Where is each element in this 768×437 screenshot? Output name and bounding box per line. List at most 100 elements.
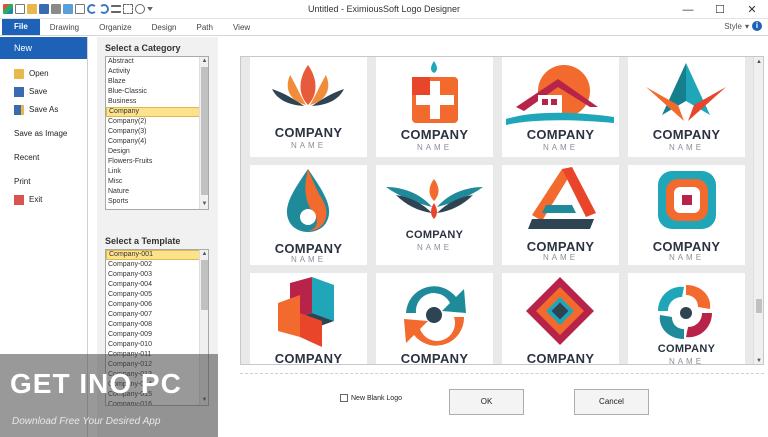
tab-organize[interactable]: Organize — [89, 20, 141, 35]
logo-company-text: COMPANY — [652, 127, 721, 142]
template-list-item[interactable]: Company-010 — [106, 340, 208, 350]
logo-company-text: COMPANY — [526, 127, 595, 142]
logo-tile-wings[interactable]: COMPANY NAME — [376, 165, 493, 265]
divider — [240, 373, 764, 374]
style-menu[interactable]: Style ▾ i — [724, 21, 762, 31]
category-list-item[interactable]: Business — [106, 97, 208, 107]
new-blank-logo-checkbox[interactable]: New Blank Logo — [340, 394, 402, 402]
tab-path[interactable]: Path — [187, 20, 223, 35]
template-header: Select a Template — [105, 236, 181, 246]
logo-company-text: COMPANY — [400, 351, 469, 365]
category-list-item[interactable]: Design — [106, 147, 208, 157]
logo-company-text: COMPANY — [526, 351, 595, 365]
image-icon[interactable] — [63, 4, 73, 14]
minimize-button[interactable]: — — [672, 0, 704, 19]
scroll-up-icon[interactable]: ▲ — [200, 57, 208, 66]
category-list-item[interactable]: Company(3) — [106, 127, 208, 137]
chevron-down-icon: ▾ — [744, 21, 749, 31]
maximize-button[interactable]: ☐ — [704, 0, 736, 19]
template-list-item[interactable]: Company-006 — [106, 300, 208, 310]
tab-design[interactable]: Design — [142, 20, 187, 35]
scroll-up-icon[interactable]: ▲ — [200, 250, 208, 259]
category-list-item[interactable]: Misc — [106, 177, 208, 187]
category-list-item[interactable]: Activity — [106, 67, 208, 77]
print-icon[interactable] — [51, 4, 61, 14]
new-document-icon[interactable] — [15, 4, 25, 14]
gallery-scroll-thumb[interactable] — [756, 299, 762, 313]
logo-tile-cube[interactable]: COMPANY — [250, 273, 367, 364]
copy-icon[interactable] — [75, 4, 85, 14]
zoom-icon[interactable] — [135, 4, 145, 14]
logo-tile-swirl[interactable]: COMPANY NAME — [628, 273, 745, 364]
menu-recent[interactable]: Recent — [0, 149, 87, 167]
menu-save[interactable]: Save — [0, 83, 87, 101]
menu-save-as-image[interactable]: Save as Image — [0, 125, 87, 143]
template-list-item[interactable]: Company-001 — [106, 250, 208, 260]
logo-gallery: COMPANY NAME COMPANY NAME COMPANY NAME C… — [240, 56, 764, 365]
tab-view[interactable]: View — [223, 20, 260, 35]
menu-exit[interactable]: Exit — [0, 191, 87, 209]
tab-file[interactable]: File — [2, 19, 40, 35]
tab-drawing[interactable]: Drawing — [40, 20, 89, 35]
menu-open[interactable]: Open — [0, 65, 87, 83]
watermark-tagline: Download Free Your Desired App — [12, 416, 161, 427]
logo-tile-diamond[interactable]: COMPANY — [502, 273, 619, 365]
category-scrollbar[interactable]: ▲ ▼ — [199, 57, 208, 209]
category-list-item[interactable]: Flowers-Fruits — [106, 157, 208, 167]
category-list-item[interactable]: Nature — [106, 187, 208, 197]
scroll-down-icon[interactable]: ▼ — [200, 200, 208, 209]
category-list-item[interactable]: Sports — [106, 197, 208, 207]
template-list-item[interactable]: Company-003 — [106, 270, 208, 280]
logo-tile-cycle[interactable]: COMPANY — [376, 273, 493, 365]
logo-tile-lotus[interactable]: COMPANY NAME — [250, 57, 367, 157]
menu-save-as[interactable]: Save As — [0, 101, 87, 119]
ok-button[interactable]: OK — [449, 389, 524, 415]
category-list-item[interactable]: Abstract — [106, 57, 208, 67]
scroll-down-icon[interactable]: ▼ — [754, 356, 763, 364]
logo-tile-drop[interactable]: COMPANY NAME — [250, 165, 367, 265]
logo-company-text: COMPANY — [400, 127, 469, 142]
open-folder-icon[interactable] — [27, 4, 37, 14]
save-icon — [14, 87, 24, 97]
category-list-item[interactable]: Company(4) — [106, 137, 208, 147]
category-list-item[interactable]: Company(2) — [106, 117, 208, 127]
close-button[interactable]: ✕ — [736, 0, 768, 19]
category-list-item[interactable]: Link — [106, 167, 208, 177]
logo-name-text: NAME — [542, 253, 579, 262]
scroll-up-icon[interactable]: ▲ — [754, 57, 763, 67]
align-icon[interactable] — [111, 5, 121, 13]
category-list-item[interactable]: Blue-Classic — [106, 87, 208, 97]
template-scroll-thumb[interactable] — [201, 260, 208, 310]
ribbon-tabs: File Drawing Organize Design Path View S… — [0, 19, 768, 36]
category-list-item[interactable]: Blaze — [106, 77, 208, 87]
checkbox-box[interactable] — [340, 394, 348, 402]
info-icon[interactable]: i — [752, 21, 762, 31]
save-icon[interactable] — [39, 4, 49, 14]
template-list-item[interactable]: Company-009 — [106, 330, 208, 340]
template-list-item[interactable]: Company-002 — [106, 260, 208, 270]
category-list-item[interactable]: Company — [106, 107, 208, 117]
template-list-item[interactable]: Company-008 — [106, 320, 208, 330]
category-scroll-thumb[interactable] — [201, 67, 208, 195]
category-list[interactable]: Abstract Activity Blaze Blue-Classic Busines… — [105, 56, 209, 210]
undo-icon[interactable] — [87, 4, 97, 14]
logo-tile-house[interactable]: COMPANY NAME — [502, 57, 619, 157]
category-header: Select a Category — [105, 43, 181, 53]
template-list-item[interactable]: Company-007 — [106, 310, 208, 320]
watermark-title-b: O — [109, 368, 133, 399]
cancel-button[interactable]: Cancel — [574, 389, 649, 415]
logo-name-text: NAME — [416, 143, 453, 152]
gallery-scrollbar[interactable]: ▲ ▼ — [753, 57, 763, 364]
template-list-item[interactable]: Company-005 — [106, 290, 208, 300]
logo-tile-arrow[interactable]: COMPANY NAME — [628, 57, 745, 157]
menu-new[interactable]: New — [0, 37, 87, 59]
template-list-item[interactable]: Company-004 — [106, 280, 208, 290]
group-icon[interactable] — [123, 4, 133, 14]
logo-tile-square[interactable]: COMPANY NAME — [628, 165, 745, 265]
redo-icon[interactable] — [99, 4, 109, 14]
logo-tile-cross[interactable]: COMPANY NAME — [376, 57, 493, 157]
menu-print[interactable]: Print — [0, 173, 87, 191]
arrow-mountain-logo-icon — [646, 63, 726, 121]
logo-tile-triangle[interactable]: COMPANY NAME — [502, 165, 619, 265]
customize-caret-icon[interactable] — [147, 7, 153, 11]
